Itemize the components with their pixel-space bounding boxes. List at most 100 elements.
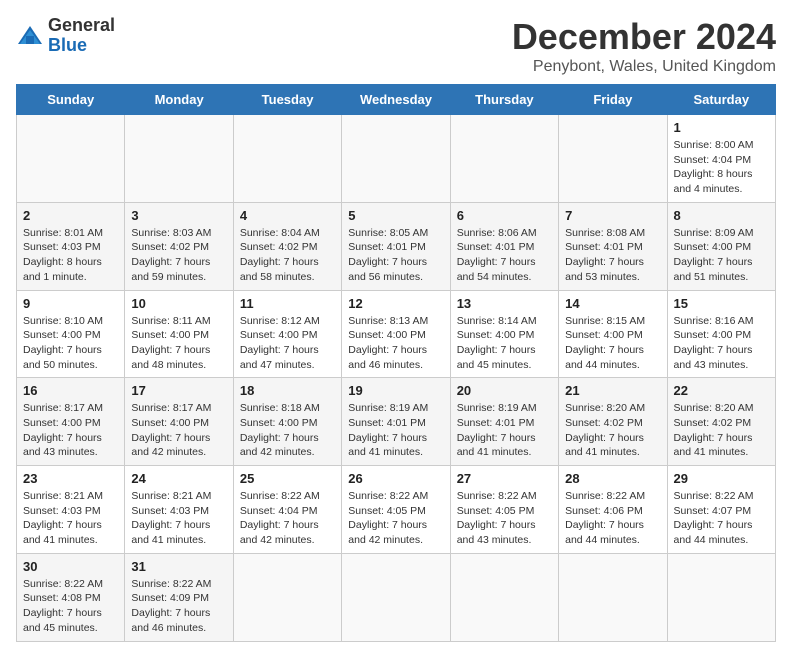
calendar-cell: 22 Sunrise: 8:20 AMSunset: 4:02 PMDayligh… <box>667 378 775 466</box>
calendar-cell <box>125 115 233 203</box>
calendar-cell <box>233 115 341 203</box>
calendar-cell <box>667 553 775 641</box>
day-header-thursday: Thursday <box>450 85 558 115</box>
calendar-cell: 11 Sunrise: 8:12 AMSunset: 4:00 PMDayligh… <box>233 290 341 378</box>
day-header-friday: Friday <box>559 85 667 115</box>
calendar-cell: 7 Sunrise: 8:08 AMSunset: 4:01 PMDaylight… <box>559 202 667 290</box>
calendar-cell: 27Sunrise: 8:22 AMSunset: 4:05 PMDayligh… <box>450 466 558 554</box>
day-number: 1 <box>674 120 769 135</box>
day-number: 4 <box>240 208 335 223</box>
day-info: Sunrise: 8:22 AMSunset: 4:05 PMDaylight:… <box>348 490 428 546</box>
calendar-cell: 6Sunrise: 8:06 AMSunset: 4:01 PMDaylight… <box>450 202 558 290</box>
calendar-cell <box>559 553 667 641</box>
day-number: 22 <box>674 383 769 398</box>
day-info: Sunrise: 8:15 AMSunset: 4:00 PMDaylight:… <box>565 315 645 371</box>
day-info: Sunrise: 8:04 AMSunset: 4:02 PMDaylight:… <box>240 227 320 283</box>
calendar-cell: 20Sunrise: 8:19 AMSunset: 4:01 PMDayligh… <box>450 378 558 466</box>
calendar-cell: 3Sunrise: 8:03 AMSunset: 4:02 PMDaylight… <box>125 202 233 290</box>
day-number: 3 <box>131 208 226 223</box>
day-info: Sunrise: 8:09 AMSunset: 4:00 PMDaylight:… <box>674 227 754 283</box>
calendar-week-4: 16 Sunrise: 8:17 AMSunset: 4:00 PMDayligh… <box>17 378 776 466</box>
calendar-cell: 12Sunrise: 8:13 AMSunset: 4:00 PMDayligh… <box>342 290 450 378</box>
day-number: 9 <box>23 296 118 311</box>
day-info: Sunrise: 8:12 AMSunset: 4:00 PMDaylight:… <box>240 315 320 371</box>
day-number: 16 <box>23 383 118 398</box>
calendar-cell <box>342 115 450 203</box>
day-number: 29 <box>674 471 769 486</box>
calendar-week-5: 23 Sunrise: 8:21 AMSunset: 4:03 PMDayligh… <box>17 466 776 554</box>
title-block: December 2024 Penybont, Wales, United Ki… <box>512 16 776 76</box>
day-info: Sunrise: 8:17 AMSunset: 4:00 PMDaylight:… <box>131 402 211 458</box>
calendar-cell: 28Sunrise: 8:22 AMSunset: 4:06 PMDayligh… <box>559 466 667 554</box>
calendar-cell: 9Sunrise: 8:10 AMSunset: 4:00 PMDaylight… <box>17 290 125 378</box>
month-title: December 2024 <box>512 16 776 58</box>
calendar-week-1: 1 Sunrise: 8:00 AMSunset: 4:04 PMDaylight… <box>17 115 776 203</box>
day-info: Sunrise: 8:22 AMSunset: 4:09 PMDaylight:… <box>131 578 211 634</box>
day-info: Sunrise: 8:11 AMSunset: 4:00 PMDaylight:… <box>131 315 210 371</box>
day-number: 24 <box>131 471 226 486</box>
calendar-cell <box>233 553 341 641</box>
calendar-cell: 17Sunrise: 8:17 AMSunset: 4:00 PMDayligh… <box>125 378 233 466</box>
logo-general: General <box>48 15 115 35</box>
calendar-cell <box>450 553 558 641</box>
day-number: 28 <box>565 471 660 486</box>
calendar-cell: 1 Sunrise: 8:00 AMSunset: 4:04 PMDaylight… <box>667 115 775 203</box>
day-number: 5 <box>348 208 443 223</box>
day-info: Sunrise: 8:06 AMSunset: 4:01 PMDaylight:… <box>457 227 537 283</box>
logo: General Blue <box>16 16 115 56</box>
day-number: 18 <box>240 383 335 398</box>
calendar-header-row: SundayMondayTuesdayWednesdayThursdayFrid… <box>17 85 776 115</box>
day-number: 20 <box>457 383 552 398</box>
day-number: 8 <box>674 208 769 223</box>
calendar-week-2: 2Sunrise: 8:01 AMSunset: 4:03 PMDaylight… <box>17 202 776 290</box>
calendar-cell: 13 Sunrise: 8:14 AMSunset: 4:00 PMDayligh… <box>450 290 558 378</box>
calendar-week-6: 30 Sunrise: 8:22 AMSunset: 4:08 PMDayligh… <box>17 553 776 641</box>
day-number: 31 <box>131 559 226 574</box>
day-number: 13 <box>457 296 552 311</box>
day-info: Sunrise: 8:19 AMSunset: 4:01 PMDaylight:… <box>348 402 428 458</box>
day-number: 7 <box>565 208 660 223</box>
day-info: Sunrise: 8:14 AMSunset: 4:00 PMDaylight:… <box>457 315 537 371</box>
day-number: 26 <box>348 471 443 486</box>
day-info: Sunrise: 8:22 AMSunset: 4:07 PMDaylight:… <box>674 490 754 546</box>
day-info: Sunrise: 8:16 AMSunset: 4:00 PMDaylight:… <box>674 315 754 371</box>
day-number: 12 <box>348 296 443 311</box>
calendar-cell: 19Sunrise: 8:19 AMSunset: 4:01 PMDayligh… <box>342 378 450 466</box>
calendar-cell: 10 Sunrise: 8:11 AMSunset: 4:00 PMDayligh… <box>125 290 233 378</box>
day-info: Sunrise: 8:22 AMSunset: 4:08 PMDaylight:… <box>23 578 103 634</box>
calendar-cell <box>450 115 558 203</box>
logo-blue: Blue <box>48 35 87 55</box>
day-header-sunday: Sunday <box>17 85 125 115</box>
day-number: 2 <box>23 208 118 223</box>
day-number: 30 <box>23 559 118 574</box>
calendar-cell: 18 Sunrise: 8:18 AMSunset: 4:00 PMDayligh… <box>233 378 341 466</box>
day-number: 25 <box>240 471 335 486</box>
day-number: 10 <box>131 296 226 311</box>
calendar-cell: 24Sunrise: 8:21 AMSunset: 4:03 PMDayligh… <box>125 466 233 554</box>
calendar-cell: 25Sunrise: 8:22 AMSunset: 4:04 PMDayligh… <box>233 466 341 554</box>
calendar-cell: 4 Sunrise: 8:04 AMSunset: 4:02 PMDaylight… <box>233 202 341 290</box>
logo-icon <box>16 22 44 50</box>
calendar-cell <box>342 553 450 641</box>
calendar-cell: 21Sunrise: 8:20 AMSunset: 4:02 PMDayligh… <box>559 378 667 466</box>
day-info: Sunrise: 8:18 AMSunset: 4:00 PMDaylight:… <box>240 402 320 458</box>
day-number: 14 <box>565 296 660 311</box>
calendar-cell: 31 Sunrise: 8:22 AMSunset: 4:09 PMDayligh… <box>125 553 233 641</box>
day-info: Sunrise: 8:08 AMSunset: 4:01 PMDaylight:… <box>565 227 645 283</box>
calendar-cell: 15Sunrise: 8:16 AMSunset: 4:00 PMDayligh… <box>667 290 775 378</box>
day-number: 23 <box>23 471 118 486</box>
day-number: 11 <box>240 296 335 311</box>
day-header-monday: Monday <box>125 85 233 115</box>
calendar-cell: 8 Sunrise: 8:09 AMSunset: 4:00 PMDaylight… <box>667 202 775 290</box>
calendar-cell: 16Sunrise: 8:17 AMSunset: 4:00 PMDayligh… <box>17 378 125 466</box>
page-header: General Blue December 2024 Penybont, Wal… <box>16 16 776 76</box>
calendar-cell: 23 Sunrise: 8:21 AMSunset: 4:03 PMDayligh… <box>17 466 125 554</box>
day-info: Sunrise: 8:22 AMSunset: 4:05 PMDaylight:… <box>457 490 537 546</box>
day-header-tuesday: Tuesday <box>233 85 341 115</box>
day-info: Sunrise: 8:21 AMSunset: 4:03 PMDaylight:… <box>23 490 103 546</box>
calendar-cell: 5Sunrise: 8:05 AMSunset: 4:01 PMDaylight… <box>342 202 450 290</box>
day-info: Sunrise: 8:20 AMSunset: 4:02 PMDaylight:… <box>674 402 754 458</box>
day-header-wednesday: Wednesday <box>342 85 450 115</box>
calendar-cell <box>17 115 125 203</box>
day-info: Sunrise: 8:00 AMSunset: 4:04 PMDaylight:… <box>674 139 754 195</box>
